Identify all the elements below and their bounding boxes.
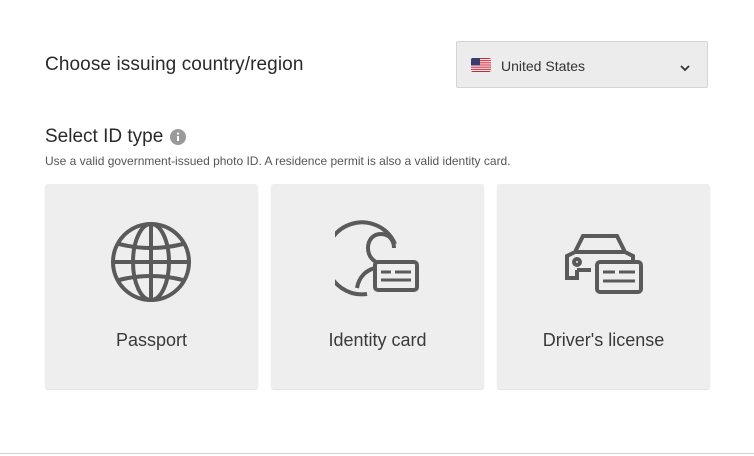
drivers-license-option[interactable]: Driver's license <box>497 184 710 389</box>
country-dropdown[interactable]: United States <box>456 41 708 88</box>
id-verification-page: Choose issuing country/region United Sta… <box>0 0 754 456</box>
drivers-license-label: Driver's license <box>542 330 665 350</box>
car-license-icon <box>561 220 646 305</box>
divider <box>0 453 754 454</box>
country-selected-value: United States <box>501 58 586 74</box>
id-type-subtitle: Use a valid government-issued photo ID. … <box>45 154 511 168</box>
id-type-heading-row: Select ID type <box>45 126 187 148</box>
us-flag-icon <box>471 58 491 72</box>
identity-card-option[interactable]: Identity card <box>271 184 484 389</box>
passport-option[interactable]: Passport <box>45 184 258 389</box>
chevron-down-icon <box>679 60 691 72</box>
id-type-heading: Select ID type <box>45 126 164 147</box>
passport-label: Passport <box>115 330 188 350</box>
info-icon[interactable] <box>170 129 187 145</box>
globe-icon <box>109 220 194 305</box>
country-heading: Choose issuing country/region <box>45 54 304 75</box>
identity-card-icon <box>324 220 420 305</box>
identity-card-label: Identity card <box>328 330 427 350</box>
